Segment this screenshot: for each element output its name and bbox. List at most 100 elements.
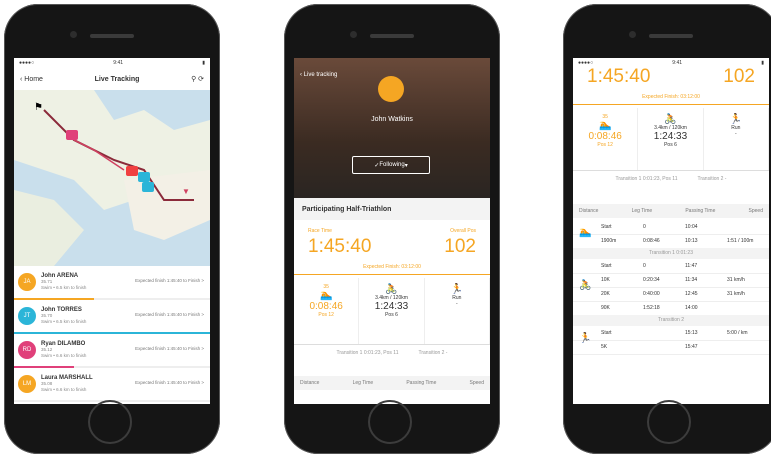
bike-cell[interactable]: 🚴 3.4km / 120km 1:24:33 Pos 6 [359,278,425,344]
expected-finish: Expected Finish: 03:12:00 [642,94,700,100]
search-icon[interactable]: ⚲ ⟳ [191,75,204,83]
run-icon: 🏃 [450,284,464,295]
camera [70,31,77,38]
table-cell: 0:08:46 [643,238,660,244]
overall-pos: 102 [723,66,755,87]
swim-cell[interactable]: 35 🏊 0:08:46 Pos 12 [294,278,360,344]
transitions: Transition 1 0:01:23, Pos 11 Transition … [573,176,769,182]
summary-values: 1:45:40 102 [573,66,769,88]
table-cell: 12:45 [685,291,698,297]
status-bar: ●●●●○ 9:41 ▮ [19,60,205,66]
swim-icon: 🏊 [319,290,333,301]
back-button[interactable]: ‹ Live tracking [300,72,337,78]
table-cell: 20K [601,291,610,297]
divider [573,104,769,105]
table-row: 90K 1:52:18 14:00 [573,301,769,316]
table-header: Distance Leg Time Passing Time Speed [294,376,490,390]
run-cell[interactable]: 🏃 Run - [425,278,490,344]
screen-athlete-detail: ‹ Live tracking John Watkins ✓ Following… [294,58,490,404]
phone-2: ‹ Live tracking John Watkins ✓ Following… [284,4,500,454]
follow-button[interactable]: ✓ Following ▾ [352,156,430,174]
table-cell: 31 km/h [727,291,745,297]
table-row: 20K 0:40:00 12:45 31 km/h [573,287,769,302]
athlete-stat: Expected finish 1:45:40 to Finish > [135,278,204,283]
screen-split-table: ●●●●○ 9:41 ▮ 1:45:40 102 Expected Finish: … [573,58,769,404]
cell-value: 1:24:33 [653,131,688,142]
cell-sub: - [455,301,458,307]
list-item[interactable]: JT John TORRES 35.70 Swim • 6.5 km to fini… [14,300,210,334]
col-leg-time: Leg Time [352,380,374,386]
table-cell: 90K [601,305,610,311]
bike-icon: 🚴 [579,280,592,291]
camera [629,31,636,38]
avatar: LM [18,375,36,393]
transition-1: Transition 1 0:01:23, Pos 11 [615,176,678,182]
athlete-name: John Watkins [371,116,413,123]
table-cell: 10:04 [685,224,698,230]
list-item[interactable]: LM Laura MARSHALL 35.08 Swim • 6.6 km to f… [14,368,210,402]
athlete-list: JA John ARENA 35.71 Swim • 6.5 km to finis… [14,266,210,402]
athlete-sub: Swim • 6.5 km to finish [41,285,87,290]
bike-icon: 🚴 [664,114,677,125]
svg-text:⚑: ⚑ [34,102,43,113]
summary-labels: Race Time Overall Pos [294,228,490,234]
home-button[interactable] [647,400,691,444]
table-cell: 1900m [601,238,617,244]
swim-cell[interactable]: 35 🏊 0:08:46 Pos 12 [573,108,639,170]
cell-value: 1:24:33 [374,301,409,312]
home-button[interactable] [368,400,412,444]
avatar [378,76,404,102]
expected-finish: Expected Finish: 03:12:00 [363,264,421,270]
speaker [649,34,693,38]
table-row: 5K 15:47 [573,340,769,355]
speaker [90,34,134,38]
transition-1: Transition 1 0:01:23, Pos 11 [336,350,399,356]
run-cell[interactable]: 🏃 Run - [704,108,769,170]
race-time: 1:45:40 [587,66,651,87]
table-cell: 31 km/h [727,277,745,283]
col-speed: Speed [748,208,763,214]
map[interactable]: ⚑ ▼ [14,90,210,266]
bike-cell[interactable]: 🚴 3.4km / 120km 1:24:33 Pos 6 [638,108,704,170]
cell-sub: - [734,131,737,137]
table-cell: 15:13 [685,330,698,336]
screen-live-tracking: ●●●●○ 9:41 ▮ ‹ Home Live Tracking ⚲ ⟳ ⚑ ▼ [14,58,210,404]
table-cell: 11:47 [685,263,698,269]
phone-3: ●●●●○ 9:41 ▮ 1:45:40 102 Expected Finish: … [563,4,771,454]
swim-icon: 🏊 [579,227,592,238]
col-speed: Speed [469,380,484,386]
table-group-header: Transition 1 0:01:23 [573,248,769,259]
cell-sub: Pos 12 [597,142,613,148]
table-row: 10K 0:20:34 11:34 31 km/h [573,273,769,288]
run-icon: 🏃 [579,333,592,344]
divider [294,274,490,275]
overall-pos-label: Overall Pos [450,228,476,234]
athlete-sub: Swim • 6.6 km to finish [41,387,87,392]
table-cell: 0 [643,224,646,230]
swim-icon: 🏊 [598,120,612,131]
nav-bar: ‹ Home Live Tracking ⚲ ⟳ [14,68,210,91]
table-row: 1900m 0:08:46 10:13 1:51 / 100m [573,234,769,249]
race-time-label: Race Time [308,228,332,234]
avatar: JT [18,307,36,325]
athlete-stat: Expected finish 1:45:40 to Finish > [135,312,204,317]
table-row: Start 15:13 5:00 / km [573,326,769,341]
athlete-sub: Swim • 6.6 km to finish [41,353,87,358]
avatar: RD [18,341,36,359]
hero-banner: ‹ Live tracking John Watkins ✓ Following… [294,58,490,198]
table-cell: 1:51 / 100m [727,238,754,244]
cell-value: 0:08:46 [309,301,343,312]
table-group-header: Transition 2 [573,315,769,326]
list-item[interactable]: RD Ryan DILAMBO 35.12 Swim • 6.6 km to fin… [14,334,210,368]
avatar: JA [18,273,36,291]
table-cell: 1:52:18 [643,305,660,311]
home-button[interactable] [88,400,132,444]
table-row: Start 0 10:04 [573,220,769,235]
speaker [370,34,414,38]
overall-pos: 102 [444,236,476,257]
map-canvas: ⚑ ▼ [14,90,210,266]
cell-sub: Pos 6 [664,142,677,148]
back-button[interactable]: ‹ Home [20,76,43,83]
phone-1: ●●●●○ 9:41 ▮ ‹ Home Live Tracking ⚲ ⟳ ⚑ ▼ [4,4,220,454]
list-item[interactable]: JA John ARENA 35.71 Swim • 6.5 km to finis… [14,266,210,300]
